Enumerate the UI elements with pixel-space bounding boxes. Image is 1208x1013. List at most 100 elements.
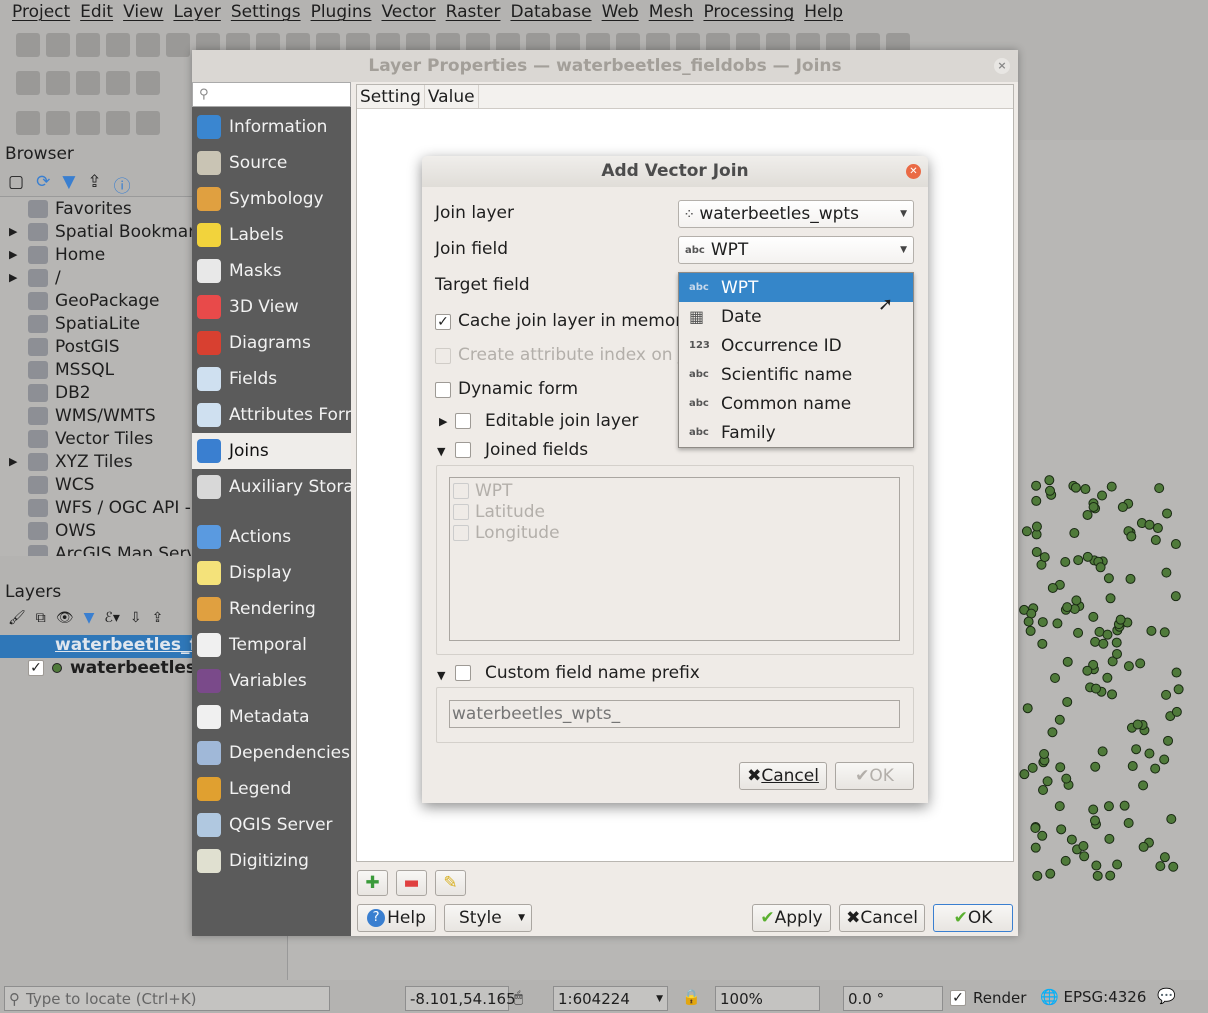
section-qgis-server[interactable]: QGIS Server xyxy=(192,807,351,843)
toolbar-button-icon[interactable] xyxy=(106,33,130,57)
menu-plugins[interactable]: Plugins xyxy=(309,0,380,26)
section-source[interactable]: Source xyxy=(192,145,351,181)
expand-arrow-icon[interactable]: ▶ xyxy=(9,248,17,261)
magnifier-spinbox[interactable]: 100% xyxy=(715,986,820,1011)
ok-button[interactable]: ✔ OK xyxy=(933,904,1013,932)
scale-combo[interactable]: 1:604224 ▼ xyxy=(553,986,668,1011)
section-3d-view[interactable]: 3D View xyxy=(192,289,351,325)
dynamic-form-checkbox[interactable] xyxy=(435,382,451,398)
help-button[interactable]: ? Help xyxy=(357,904,436,932)
add-join-button[interactable]: ✚ xyxy=(357,870,388,896)
menu-database[interactable]: Database xyxy=(508,0,599,26)
remove-join-button[interactable]: ▬ xyxy=(396,870,427,896)
column-header-setting[interactable]: Setting xyxy=(357,85,425,108)
section-digitizing[interactable]: Digitizing xyxy=(192,843,351,879)
attribute-index-checkbox[interactable] xyxy=(435,348,451,364)
expand-arrow-icon[interactable]: ▶ xyxy=(439,415,447,428)
section-fields[interactable]: Fields xyxy=(192,361,351,397)
add-group-icon[interactable]: ⧉ xyxy=(36,610,46,626)
edit-join-button[interactable]: ✎ xyxy=(435,870,466,896)
section-masks[interactable]: Masks xyxy=(192,253,351,289)
dropdown-option[interactable]: abc Scientific name xyxy=(679,360,913,389)
coordinate-field[interactable]: -8.101,54.165 xyxy=(405,986,516,1011)
section-symbology[interactable]: Symbology xyxy=(192,181,351,217)
section-dependencies[interactable]: Dependencies xyxy=(192,735,351,771)
collapse-arrow-icon[interactable]: ▼ xyxy=(437,445,445,458)
menu-web[interactable]: Web xyxy=(600,0,647,26)
section-joins[interactable]: Joins xyxy=(192,433,351,469)
toolbar-button-icon[interactable] xyxy=(136,33,160,57)
section-temporal[interactable]: Temporal xyxy=(192,627,351,663)
joined-field-item[interactable]: Longitude xyxy=(453,522,896,543)
toolbar-button-icon[interactable] xyxy=(76,33,100,57)
section-metadata[interactable]: Metadata xyxy=(192,699,351,735)
close-icon[interactable]: ✕ xyxy=(906,164,921,179)
menu-project[interactable]: Project xyxy=(10,0,78,26)
cache-checkbox[interactable]: ✓ xyxy=(435,314,451,330)
render-checkbox[interactable]: ✓ xyxy=(950,990,966,1006)
toolbar-button-icon[interactable] xyxy=(166,33,190,57)
add-selected-icon[interactable]: ▢ xyxy=(8,172,24,197)
lock-icon[interactable]: 🔒 xyxy=(682,988,701,1006)
toolbar-button-icon[interactable] xyxy=(16,33,40,57)
toolbar-button-icon[interactable] xyxy=(16,111,40,135)
toolbar-button-icon[interactable] xyxy=(106,71,130,95)
section-variables[interactable]: Variables xyxy=(192,663,351,699)
section-rendering[interactable]: Rendering xyxy=(192,591,351,627)
toolbar-button-icon[interactable] xyxy=(46,71,70,95)
toolbar-button-icon[interactable] xyxy=(46,111,70,135)
menu-mesh[interactable]: Mesh xyxy=(647,0,702,26)
toolbar-button-icon[interactable] xyxy=(46,33,70,57)
visibility-icon[interactable]: 👁 xyxy=(56,610,74,626)
prefix-checkbox[interactable] xyxy=(455,665,471,681)
joined-field-item[interactable]: WPT xyxy=(453,480,896,501)
toolbar-button-icon[interactable] xyxy=(16,71,40,95)
menu-edit[interactable]: Edit xyxy=(78,0,121,26)
dropdown-option[interactable]: 123 Occurrence ID xyxy=(679,331,913,360)
info-icon[interactable]: ⓘ xyxy=(114,172,131,197)
section-auxiliary-storage[interactable]: Auxiliary Storage xyxy=(192,469,351,505)
menu-layer[interactable]: Layer xyxy=(171,0,228,26)
style-icon[interactable]: 🖌 xyxy=(8,610,26,626)
crs-button[interactable]: 🌐 EPSG:4326 xyxy=(1040,988,1146,1006)
dropdown-option[interactable]: abc Family xyxy=(679,418,913,447)
filter-icon[interactable]: ▼ xyxy=(62,172,75,197)
section-information[interactable]: Information xyxy=(192,109,351,145)
collapse-icon[interactable]: ⇪ xyxy=(152,610,164,626)
filter-icon[interactable]: ▼ xyxy=(84,610,95,626)
joined-fields-checkbox[interactable] xyxy=(455,442,471,458)
section-legend[interactable]: Legend xyxy=(192,771,351,807)
join-layer-combo[interactable]: ⁘ waterbeetles_wpts ▼ xyxy=(678,200,914,228)
joined-field-item[interactable]: Latitude xyxy=(453,501,896,522)
layer-visibility-checkbox[interactable]: ✓ xyxy=(28,660,44,676)
section-actions[interactable]: Actions xyxy=(192,519,351,555)
expand-arrow-icon[interactable]: ▶ xyxy=(9,271,17,284)
collapse-icon[interactable]: ⇪ xyxy=(87,172,101,197)
refresh-icon[interactable]: ⟳ xyxy=(36,172,50,197)
section-attributes-form[interactable]: Attributes Form xyxy=(192,397,351,433)
locate-search-input[interactable]: ⚲ Type to locate (Ctrl+K) xyxy=(4,986,330,1011)
expression-icon[interactable]: ℰ▾ xyxy=(104,610,120,626)
menu-view[interactable]: View xyxy=(121,0,171,26)
section-search-input[interactable]: ⚲ xyxy=(192,82,351,107)
ok-button[interactable]: ✔ OK xyxy=(835,762,914,790)
collapse-arrow-icon[interactable]: ▼ xyxy=(437,669,445,682)
toolbar-button-icon[interactable] xyxy=(106,111,130,135)
menu-raster[interactable]: Raster xyxy=(444,0,509,26)
menu-settings[interactable]: Settings xyxy=(229,0,309,26)
apply-button[interactable]: ✔ Apply xyxy=(752,904,831,932)
column-header-value[interactable]: Value xyxy=(425,85,479,108)
toolbar-button-icon[interactable] xyxy=(136,71,160,95)
toolbar-button-icon[interactable] xyxy=(76,111,100,135)
section-diagrams[interactable]: Diagrams xyxy=(192,325,351,361)
prefix-input[interactable] xyxy=(449,700,900,728)
expand-arrow-icon[interactable]: ▶ xyxy=(9,455,17,468)
section-display[interactable]: Display xyxy=(192,555,351,591)
style-button[interactable]: Style ▼ xyxy=(444,904,532,932)
mouse-icon[interactable]: 🖱 xyxy=(514,988,523,1006)
field-checkbox[interactable] xyxy=(453,524,469,541)
expand-arrow-icon[interactable]: ▶ xyxy=(9,225,17,238)
join-field-combo[interactable]: abc WPT ▼ xyxy=(678,236,914,264)
rotation-spinbox[interactable]: 0.0 ° xyxy=(843,986,943,1011)
messages-icon[interactable]: 💬 xyxy=(1157,987,1176,1005)
